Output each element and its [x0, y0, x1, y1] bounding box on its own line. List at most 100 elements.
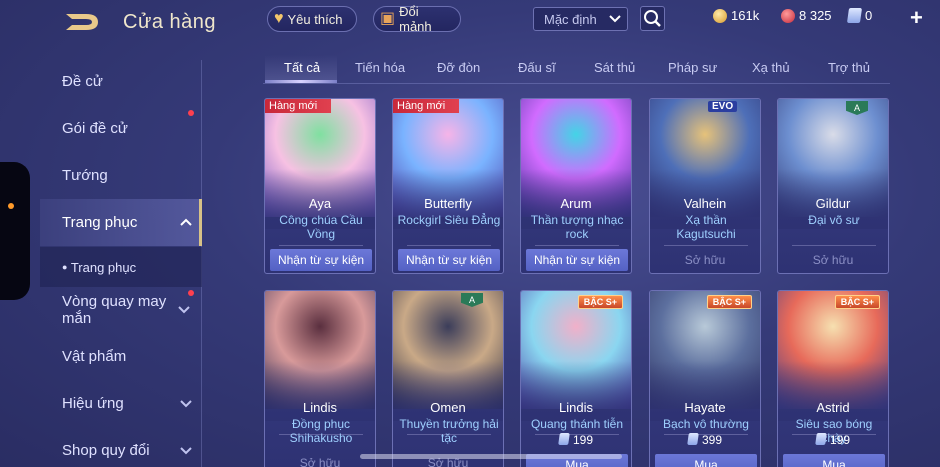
sidebar-subitem-skins[interactable]: ● Trang phục [62, 260, 202, 275]
tab-marksman[interactable]: Xạ thủ [752, 60, 790, 75]
hero-name: Gildur [815, 196, 851, 211]
get-from-event-button[interactable]: Nhận từ sự kiện [270, 249, 372, 271]
sidebar-item-lucky-spin[interactable]: Vòng quay may mắn [62, 290, 194, 327]
skin-card[interactable]: BẬC S+ Lindis Quang thánh tiễn 199 Mua [520, 290, 632, 467]
voucher-icon [687, 433, 699, 445]
skin-name: Đại võ sư [808, 213, 860, 227]
gold-coin-icon [713, 8, 727, 23]
exchange-fragment-button[interactable]: ▣ Đổi mảnh [373, 4, 461, 34]
hero-name: Arum [560, 196, 592, 211]
back-logo-icon[interactable] [64, 10, 104, 34]
camera-dot-icon [8, 203, 14, 209]
sidebar-item-label: Tướng [62, 167, 108, 184]
price-tag: 399 [650, 433, 760, 447]
hero-name: Valhein [683, 196, 727, 211]
chevron-down-icon [609, 15, 621, 23]
get-from-event-button[interactable]: Nhận từ sự kiện [398, 249, 500, 271]
sidebar-item-effects[interactable]: Hiệu ứng [62, 395, 202, 412]
skin-card[interactable]: Lindis Đồng phục Shihakusho Sở hữu [264, 290, 376, 467]
sidebar-item-label: Vòng quay may mắn [62, 293, 167, 327]
skin-card[interactable]: Hàng mới Butterfly Rockgirl Siêu Đẳng Nhận … [392, 98, 504, 274]
sidebar-item-label: Đề cử [62, 73, 103, 90]
chevron-up-icon [180, 218, 192, 226]
chevron-down-icon [180, 400, 192, 408]
sidebar-item-bundles[interactable]: Gói đề cử [62, 110, 202, 137]
skin-name: Thuyền trưởng hải tặc [399, 417, 499, 445]
chevron-down-icon [180, 447, 192, 455]
hero-name: Astrid [816, 400, 850, 415]
hero-name: Aya [308, 196, 332, 211]
hero-name: Butterfly [424, 196, 472, 211]
buy-button[interactable]: Mua [655, 454, 757, 467]
owned-status: Sở hữu [684, 253, 726, 267]
new-ribbon: Hàng mới [393, 99, 459, 113]
favorite-button[interactable]: ♥ Yêu thích [267, 6, 357, 32]
screen-notch [0, 162, 30, 300]
tab-all[interactable]: Tất cả [284, 60, 320, 75]
sidebar-subitem-label: Trang phục [70, 260, 137, 275]
get-from-event-button[interactable]: Nhận từ sự kiện [526, 249, 628, 271]
tab-mage[interactable]: Pháp sư [668, 60, 717, 75]
skin-card[interactable]: BẬC S+ Astrid Siêu sao bóng chày 199 Mua [777, 290, 889, 467]
voucher-icon [815, 433, 827, 445]
price-tag: 199 [778, 433, 888, 447]
notification-dot [188, 290, 194, 296]
buy-button[interactable]: Mua [783, 454, 885, 467]
sort-value: Mặc định [544, 11, 597, 27]
tier-badge: EVO [708, 101, 738, 112]
tier-badge: BẬC S+ [577, 295, 623, 309]
card-divider [279, 245, 363, 246]
skin-card[interactable]: Hàng mới Aya Công chúa Cầu Vồng Nhận từ sự … [264, 98, 376, 274]
new-ribbon: Hàng mới [265, 99, 331, 113]
sidebar-item-skins[interactable]: Trang phục [62, 214, 202, 231]
favorite-label: Yêu thích [287, 11, 343, 27]
heart-icon: ♥ [274, 10, 284, 27]
skin-card[interactable]: BẬC S+ Hayate Bạch vô thường 399 Mua [649, 290, 761, 467]
voucher-icon [558, 433, 570, 445]
ruby-icon [781, 8, 795, 23]
skin-name: Thần tượng nhạc rock [530, 213, 624, 241]
price-tag: 199 [521, 433, 631, 447]
exchange-fragment-label: Đổi mảnh [399, 4, 432, 34]
sidebar-item-exchange-shop[interactable]: Shop quy đổi [62, 442, 202, 459]
skin-card[interactable]: A Gildur Đại võ sư Sở hữu [777, 98, 889, 274]
skin-name: Đồng phục Shihakusho [289, 417, 353, 445]
skin-card[interactable]: Arum Thần tượng nhạc rock Nhận từ sự kiện [520, 98, 632, 274]
card-divider [407, 245, 491, 246]
tab-evolution[interactable]: Tiến hóa [355, 60, 405, 75]
hero-name: Omen [430, 400, 466, 415]
ruby-balance: 8 325 [781, 8, 832, 23]
sort-dropdown[interactable]: Mặc định [533, 7, 628, 31]
sidebar-item-heroes[interactable]: Tướng [62, 167, 202, 184]
skin-name: Công chúa Cầu Vồng [279, 213, 363, 241]
fragment-icon: ▣ [380, 10, 396, 27]
skin-card[interactable]: A Omen Thuyền trưởng hải tặc Sở hữu [392, 290, 504, 467]
tab-tank[interactable]: Đỡ đòn [437, 60, 480, 75]
skin-name: Quang thánh tiễn [530, 417, 624, 431]
sidebar-item-label: Hiệu ứng [62, 395, 124, 412]
tab-support[interactable]: Trợ thủ [828, 60, 870, 75]
card-divider [535, 245, 619, 246]
sidebar-item-items[interactable]: Vật phẩm [62, 348, 202, 365]
voucher-icon [846, 8, 863, 23]
gold-amount: 161k [731, 8, 760, 23]
page-title: Cửa hàng [123, 11, 217, 33]
skin-name: Xạ thần Kagutsuchi [676, 213, 736, 241]
search-button[interactable] [640, 6, 665, 31]
tier-badge: BẬC S+ [706, 295, 752, 309]
card-divider [792, 245, 876, 246]
tabs-divider [263, 83, 890, 84]
tab-fighter[interactable]: Đấu sĩ [518, 60, 556, 75]
owned-status: Sở hữu [299, 456, 341, 467]
home-indicator[interactable] [360, 454, 622, 459]
hero-name: Lindis [559, 400, 593, 415]
sidebar-item-featured[interactable]: Đề cử [62, 73, 202, 90]
tab-assassin[interactable]: Sát thủ [594, 60, 635, 75]
add-currency-button[interactable]: + [910, 5, 923, 31]
search-icon [644, 10, 661, 27]
sidebar-item-label: Shop quy đổi [62, 442, 150, 459]
skin-card[interactable]: EVO Valhein Xạ thần Kagutsuchi Sở hữu [649, 98, 761, 274]
price-value: 199 [572, 433, 594, 447]
tier-badge: BẬC S+ [834, 295, 880, 309]
voucher-amount: 0 [865, 8, 873, 23]
